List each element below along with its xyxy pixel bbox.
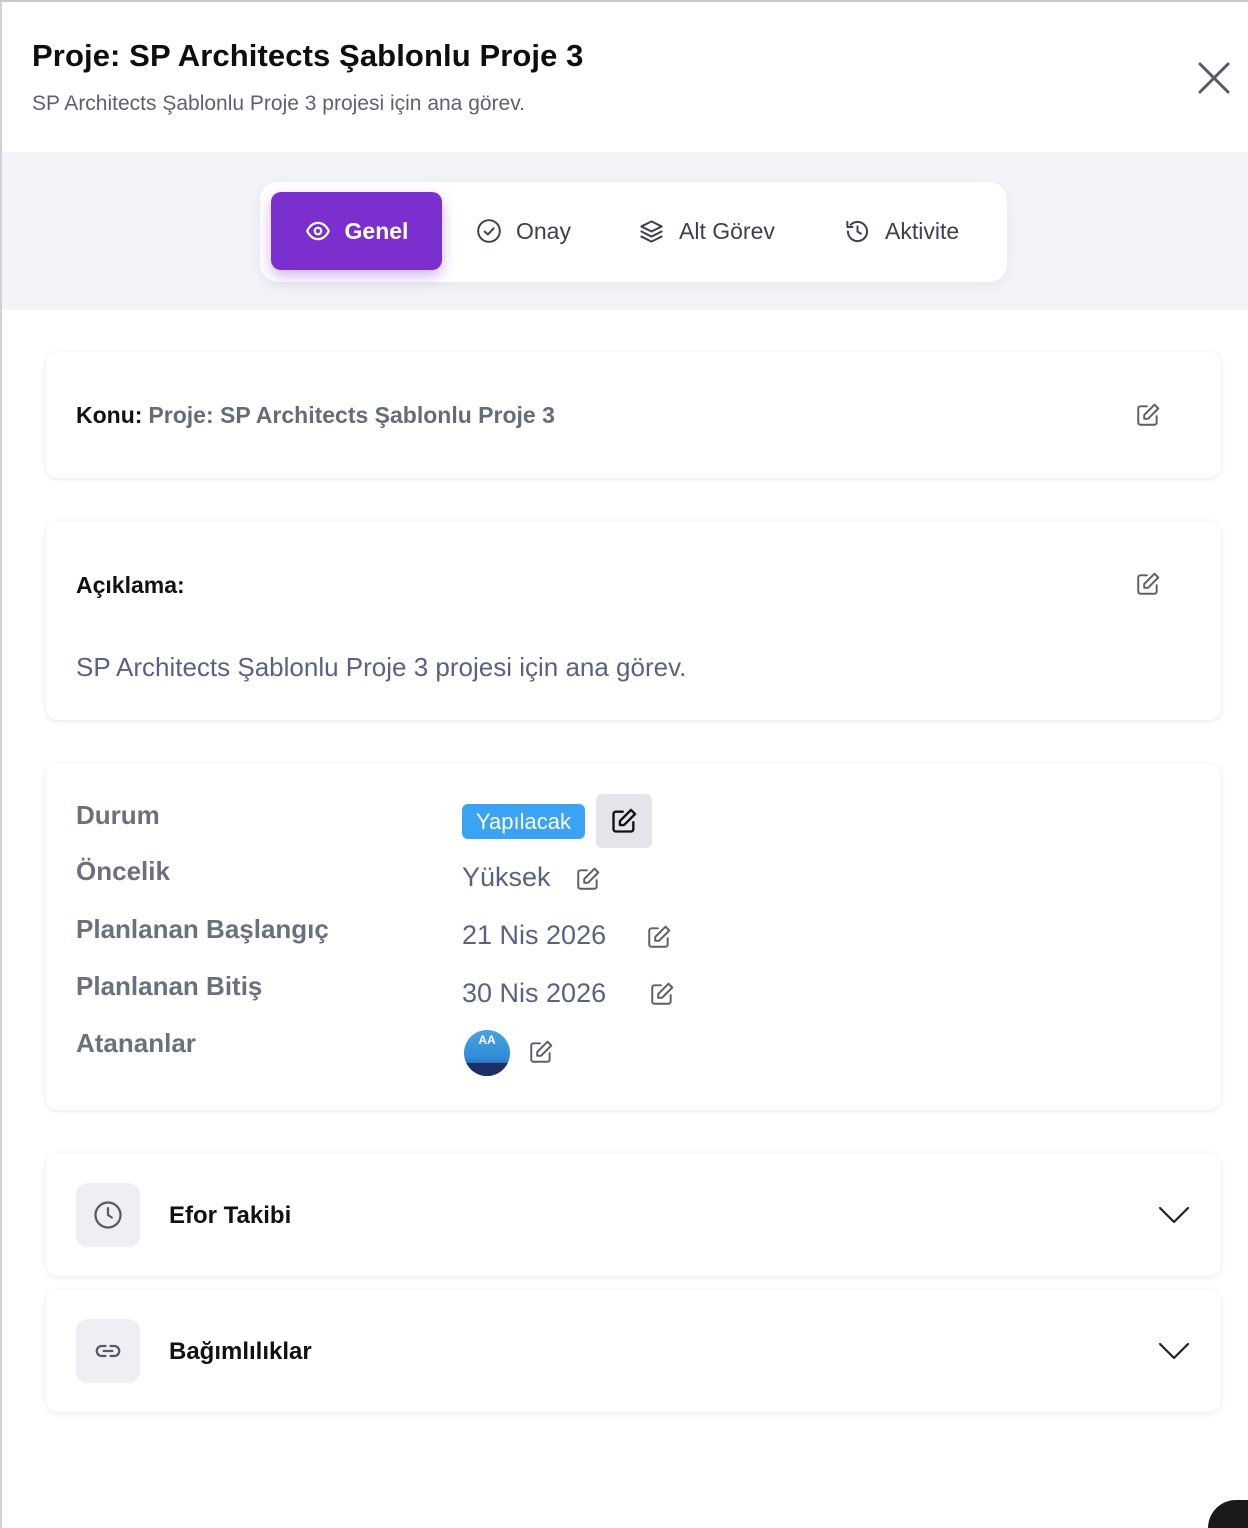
effort-tracking-toggle[interactable] [1157, 1198, 1191, 1232]
subject-value: Proje: SP Architects Şablonlu Proje 3 [148, 402, 555, 428]
avatar[interactable]: AA [464, 1030, 510, 1076]
edit-description-button[interactable] [1134, 570, 1162, 598]
assignees-label: Atananlar [76, 1028, 196, 1058]
edit-status-button[interactable] [596, 794, 652, 848]
dependencies-icon-box [76, 1319, 140, 1383]
close-icon [1198, 62, 1230, 94]
subject-card: Konu: Proje: SP Architects Şablonlu Proje… [46, 352, 1221, 478]
description-label: Açıklama: [76, 572, 185, 598]
history-icon [846, 220, 869, 242]
edit-icon [648, 925, 671, 948]
tab-label: Aktivite [885, 217, 960, 244]
edit-icon [651, 982, 674, 1005]
dependencies-title: Bağımlılıklar [169, 1338, 312, 1365]
dependencies-toggle[interactable] [1157, 1334, 1191, 1368]
tab-onay[interactable]: Onay [458, 192, 589, 270]
tab-bar-area: Genel Onay Alt Görev Aktivite [2, 152, 1248, 310]
tab-genel[interactable]: Genel [271, 192, 442, 270]
priority-label: Öncelik [76, 856, 170, 886]
edit-planned-end-button[interactable] [648, 980, 676, 1008]
effort-icon-box [76, 1183, 140, 1247]
check-circle-icon [477, 219, 501, 243]
chevron-down-icon [1158, 1342, 1190, 1360]
eye-icon [305, 221, 330, 241]
status-badge[interactable]: Yapılacak [462, 804, 585, 839]
status-label: Durum [76, 800, 160, 830]
tab-label: Onay [516, 217, 571, 244]
edit-icon [612, 808, 637, 833]
edit-icon [577, 867, 600, 890]
avatar-decoration [464, 1063, 510, 1076]
details-card: Durum Yapılacak Öncelik Yüksek Planlanan… [46, 764, 1221, 1110]
link-icon [95, 1344, 121, 1358]
edit-icon [1137, 572, 1160, 595]
tab-label: Alt Görev [679, 217, 775, 244]
chevron-down-icon [1158, 1206, 1190, 1224]
modal-header: Proje: SP Architects Şablonlu Proje 3 SP… [2, 2, 1248, 152]
tab-aktivite[interactable]: Aktivite [826, 192, 977, 270]
planned-start-value: 21 Nis 2026 [462, 920, 607, 950]
tab-alt-gorev[interactable]: Alt Görev [620, 192, 793, 270]
edit-assignees-button[interactable] [527, 1038, 555, 1066]
description-text: SP Architects Şablonlu Proje 3 projesi i… [76, 652, 687, 682]
edit-icon [530, 1040, 553, 1063]
edit-icon [1137, 403, 1160, 426]
avatar-initials: AA [478, 1033, 496, 1047]
dependencies-accordion[interactable]: Bağımlılıklar [46, 1290, 1221, 1412]
edit-priority-button[interactable] [574, 865, 602, 893]
page-subtitle: SP Architects Şablonlu Proje 3 projesi i… [32, 92, 525, 115]
description-card: Açıklama: SP Architects Şablonlu Proje 3… [46, 522, 1221, 720]
subject-row: Konu: Proje: SP Architects Şablonlu Proje… [76, 402, 555, 429]
effort-tracking-title: Efor Takibi [169, 1202, 292, 1229]
effort-tracking-accordion[interactable]: Efor Takibi [46, 1154, 1221, 1276]
task-detail-modal: Proje: SP Architects Şablonlu Proje 3 SP… [0, 0, 1248, 1528]
close-button[interactable] [1194, 58, 1234, 98]
tab-bar: Genel Onay Alt Görev Aktivite [260, 182, 1007, 282]
tab-label: Genel [344, 217, 409, 244]
corner-decoration [1208, 1500, 1248, 1528]
layers-icon [640, 219, 663, 243]
page-title: Proje: SP Architects Şablonlu Proje 3 [32, 38, 584, 73]
planned-end-value: 30 Nis 2026 [462, 978, 607, 1008]
planned-start-label: Planlanan Başlangıç [76, 914, 329, 944]
edit-subject-button[interactable] [1134, 401, 1162, 429]
planned-end-label: Planlanan Bitiş [76, 971, 263, 1001]
edit-planned-start-button[interactable] [645, 923, 673, 951]
clock-icon [94, 1201, 122, 1229]
subject-label: Konu: [76, 402, 143, 428]
priority-value: Yüksek [462, 862, 551, 892]
